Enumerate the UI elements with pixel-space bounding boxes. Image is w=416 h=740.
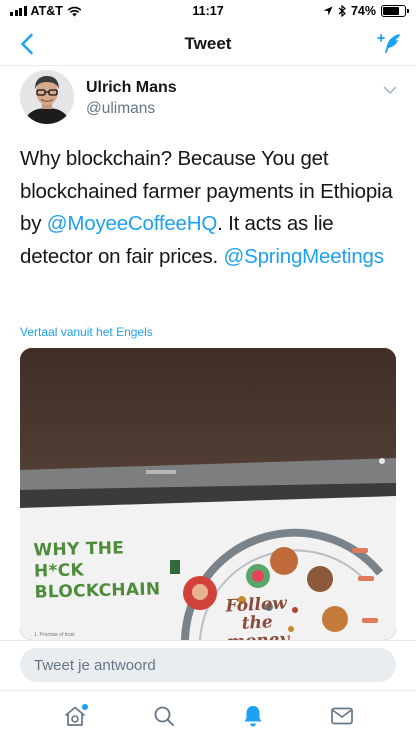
author-handle[interactable]: @ulimans: [86, 100, 155, 118]
tab-home[interactable]: [53, 694, 97, 738]
compose-feather-icon: [377, 34, 400, 53]
location-arrow-icon: [323, 6, 333, 16]
translate-link[interactable]: Vertaal vanuit het Engels: [20, 325, 153, 339]
author-name[interactable]: Ulrich Mans: [86, 79, 177, 97]
slide-title: WHY THE H*CK BLOCKCHAIN: [33, 537, 161, 603]
bell-icon: [244, 705, 261, 726]
status-bar: AT&T 11:17 74%: [0, 0, 416, 22]
wifi-icon: [67, 6, 82, 16]
search-icon: [154, 706, 174, 726]
tweet-options-button[interactable]: [380, 80, 400, 100]
carrier-label: AT&T: [30, 4, 63, 18]
compose-button[interactable]: [376, 30, 404, 58]
slide-follow-text: Follow the money: [225, 593, 290, 640]
status-left: AT&T: [10, 4, 82, 18]
mention-link-moyeecoffee[interactable]: @MoyeeCoffeeHQ: [47, 212, 218, 235]
tab-messages[interactable]: [320, 694, 364, 738]
slide-title-line: BLOCKCHAIN: [34, 579, 161, 603]
mention-link-springmeetings[interactable]: @SpringMeetings: [224, 245, 384, 268]
tweet-text: Why blockchain? Because You get blockcha…: [20, 143, 405, 273]
chevron-down-icon: [383, 86, 397, 94]
slide-follow-line: money: [226, 629, 289, 640]
back-button[interactable]: [14, 31, 40, 57]
tab-search[interactable]: [142, 694, 186, 738]
chevron-left-icon: [21, 33, 33, 55]
tweet-author: Ulrich Mans @ulimans: [20, 70, 400, 130]
status-right: 74%: [323, 4, 409, 18]
avatar[interactable]: [20, 70, 74, 124]
reply-input[interactable]: [20, 648, 396, 682]
notification-dot: [81, 703, 88, 710]
slide-caption: 1. Promise of trust: [34, 632, 75, 638]
battery-icon: [381, 5, 409, 17]
battery-percent: 74%: [350, 4, 376, 18]
avatar-photo: [20, 70, 74, 124]
mail-icon: [330, 707, 353, 724]
tab-notifications[interactable]: [231, 694, 275, 738]
tab-bar: [0, 690, 416, 740]
signal-icon: [10, 6, 27, 16]
battery-level: [383, 7, 399, 15]
nav-bar: Tweet: [0, 22, 416, 66]
bluetooth-icon: [338, 5, 346, 17]
page-title: Tweet: [184, 33, 232, 53]
tweet-media-image[interactable]: WHY THE H*CK BLOCKCHAIN Follow the money…: [20, 348, 396, 640]
reply-bar: [0, 640, 416, 690]
